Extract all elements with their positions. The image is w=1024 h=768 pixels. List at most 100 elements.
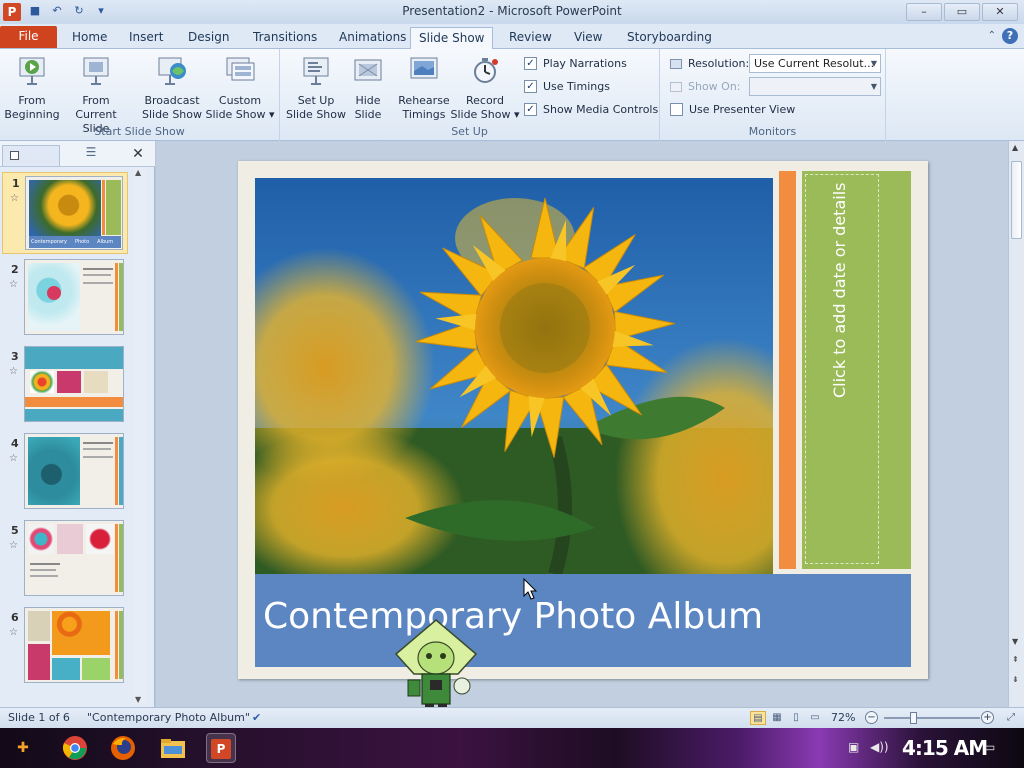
- sunflower-image: [255, 178, 773, 574]
- close-pane-icon[interactable]: ✕: [128, 145, 148, 165]
- chrome-icon[interactable]: [60, 733, 90, 763]
- tab-home[interactable]: Home: [64, 27, 115, 49]
- mouse-cursor-icon: [523, 578, 538, 600]
- minimize-ribbon-icon[interactable]: ⌃: [988, 30, 996, 41]
- resolution-dropdown[interactable]: Use Current Resolut... ▼: [749, 54, 881, 73]
- scroll-down-icon[interactable]: ▼: [135, 695, 141, 704]
- taskbar-clock[interactable]: 4:15 AM: [902, 736, 988, 760]
- reading-view-icon[interactable]: ▯: [788, 711, 804, 725]
- scroll-up-icon[interactable]: ▲: [135, 168, 141, 177]
- next-slide-icon[interactable]: ⇟: [1012, 675, 1019, 684]
- set-up-slide-show-button[interactable]: Set Up Slide Show: [284, 55, 348, 122]
- tab-slide-show[interactable]: Slide Show: [410, 27, 494, 50]
- tab-animations[interactable]: Animations: [331, 27, 414, 49]
- show-media-controls-checkbox[interactable]: ✓ Show Media Controls: [524, 103, 658, 116]
- slide-title-text: Contemporary Photo Album: [263, 596, 764, 637]
- sunflower-photo[interactable]: [255, 178, 773, 574]
- rehearse-timings-icon: [410, 57, 438, 79]
- editor-vertical-scrollbar[interactable]: ▲ ▼ ⇞ ⇟: [1008, 141, 1024, 707]
- tab-view[interactable]: View: [566, 27, 610, 49]
- slide-sorter-view-icon[interactable]: ▦: [769, 711, 785, 725]
- show-media-controls-label: Show Media Controls: [543, 103, 659, 116]
- minimize-button[interactable]: –: [906, 3, 942, 21]
- notifications-icon[interactable]: ▭: [984, 740, 995, 754]
- tab-storyboarding[interactable]: Storyboarding: [619, 27, 720, 49]
- slide-show-view-icon[interactable]: ▭: [807, 711, 823, 725]
- broadcast-slide-show-button[interactable]: Broadcast Slide Show: [140, 55, 204, 122]
- custom-slide-show-button[interactable]: Custom Slide Show ▾: [205, 55, 275, 122]
- from-beginning-button[interactable]: From Beginning: [4, 55, 60, 122]
- slide-thumbnail-1[interactable]: 1 ☆ Contemporary Photo Album: [2, 172, 128, 254]
- volume-icon[interactable]: ◀)): [870, 740, 889, 754]
- from-current-label-1: From Current: [75, 94, 117, 121]
- outline-tab[interactable]: ☰: [62, 145, 120, 166]
- tab-file[interactable]: File: [0, 26, 57, 48]
- resolution-label: Resolution:: [688, 57, 750, 70]
- slide-thumbnail-3[interactable]: 3 ☆: [2, 346, 132, 426]
- thumbnail-image: [24, 607, 124, 683]
- taskbar: ✚ P ▣ ◀)) 4:15 AM ▭: [0, 728, 1024, 768]
- theme-name-status[interactable]: "Contemporary Photo Album": [87, 711, 250, 724]
- slide-number: 5: [11, 524, 19, 537]
- previous-slide-icon[interactable]: ⇞: [1012, 655, 1019, 664]
- use-presenter-view-checkbox[interactable]: Use Presenter View: [670, 103, 795, 116]
- powerpoint-taskbar-icon[interactable]: P: [206, 733, 236, 763]
- scroll-thumb[interactable]: [1011, 161, 1022, 239]
- network-icon[interactable]: ▣: [848, 740, 859, 754]
- slide-editing-area: Click to add date or details Contemporar…: [156, 141, 1008, 707]
- scroll-up-icon[interactable]: ▲: [1012, 143, 1018, 152]
- zoom-out-icon[interactable]: −: [865, 711, 878, 724]
- record-slide-show-icon: [474, 58, 498, 83]
- slide-thumbnail-4[interactable]: 4 ☆: [2, 433, 132, 513]
- close-button[interactable]: ✕: [982, 3, 1018, 21]
- tab-insert[interactable]: Insert: [121, 27, 171, 49]
- from-current-slide-button[interactable]: From Current Slide: [60, 55, 132, 136]
- check-icon[interactable]: ✓: [524, 80, 537, 93]
- checkbox-empty-icon[interactable]: [670, 103, 683, 116]
- current-slide[interactable]: Click to add date or details Contemporar…: [238, 161, 928, 679]
- start-menu-icon[interactable]: ✚: [8, 733, 38, 763]
- use-timings-label: Use Timings: [543, 80, 610, 93]
- file-explorer-icon[interactable]: [158, 733, 188, 763]
- maximize-button[interactable]: ▭: [944, 3, 980, 21]
- zoom-slider-knob[interactable]: [910, 712, 917, 724]
- hide-label-2: Slide: [354, 108, 382, 121]
- use-timings-checkbox[interactable]: ✓ Use Timings: [524, 80, 610, 93]
- record-slide-show-button[interactable]: Record Slide Show ▾: [450, 55, 520, 122]
- hide-slide-button[interactable]: Hide Slide: [348, 55, 388, 122]
- slide-thumbnail-5[interactable]: 5 ☆: [2, 520, 132, 600]
- spell-check-icon[interactable]: ✔: [252, 711, 261, 724]
- tab-review[interactable]: Review: [501, 27, 560, 49]
- zoom-in-icon[interactable]: +: [981, 711, 994, 724]
- zoom-slider-track[interactable]: [884, 717, 980, 719]
- normal-view-icon[interactable]: ▤: [750, 711, 766, 725]
- group-start-slide-show: From Beginning From Current Slide Broadc…: [0, 49, 280, 141]
- slide-title-placeholder[interactable]: Contemporary Photo Album: [255, 574, 911, 667]
- scroll-down-icon[interactable]: ▼: [1012, 637, 1018, 646]
- group-label-set-up: Set Up: [451, 125, 488, 138]
- firefox-icon[interactable]: [108, 733, 138, 763]
- date-details-placeholder[interactable]: Click to add date or details: [802, 171, 911, 569]
- play-narrations-label: Play Narrations: [543, 57, 627, 70]
- help-icon[interactable]: ?: [1002, 28, 1018, 44]
- play-narrations-checkbox[interactable]: ✓ Play Narrations: [524, 57, 627, 70]
- slide-thumbnail-2[interactable]: 2 ☆: [2, 259, 132, 339]
- slide-thumbnail-6[interactable]: 6 ☆: [2, 607, 132, 687]
- animation-star-icon: ☆: [9, 366, 18, 377]
- slides-pane-scrollbar[interactable]: ▲ ▼: [133, 168, 147, 704]
- thumb1-caption: Contemporary Photo Album: [29, 236, 121, 248]
- tab-design[interactable]: Design: [180, 27, 237, 49]
- tab-transitions[interactable]: Transitions: [245, 27, 325, 49]
- thumbnail-image: [24, 346, 124, 422]
- fit-slide-icon[interactable]: ⤢: [1003, 711, 1019, 725]
- zoom-level[interactable]: 72%: [831, 711, 855, 724]
- animation-star-icon: ☆: [10, 193, 19, 204]
- status-bar: Slide 1 of 6 "Contemporary Photo Album" …: [0, 707, 1024, 728]
- custom-label-2: Slide Show ▾: [205, 108, 275, 121]
- rehearse-timings-button[interactable]: Rehearse Timings: [394, 55, 454, 122]
- check-icon[interactable]: ✓: [524, 103, 537, 116]
- orange-accent-bar: [779, 171, 796, 569]
- show-on-dropdown[interactable]: ▼: [749, 77, 881, 96]
- slides-tab[interactable]: [2, 145, 60, 166]
- check-icon[interactable]: ✓: [524, 57, 537, 70]
